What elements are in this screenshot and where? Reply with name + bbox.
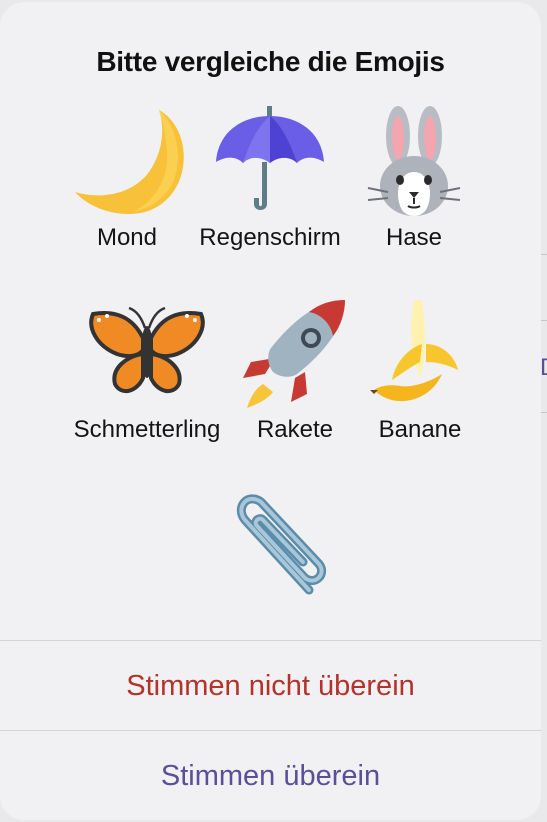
emoji-verification-dialog: Bitte vergleiche die Emojis Mond Regensc…: [0, 2, 541, 820]
crescent-moon-icon: [67, 106, 187, 218]
umbrella-icon: [210, 106, 330, 218]
emoji-label: Schmetterling: [73, 416, 221, 443]
emoji-item-paperclip: [186, 490, 356, 602]
action-divider: [0, 640, 541, 641]
rabbit-icon: [354, 106, 474, 218]
emoji-item-butterfly: Schmetterling: [62, 298, 232, 444]
paperclip-icon: [211, 490, 331, 602]
emoji-label: Banane: [378, 416, 462, 443]
action-divider: [0, 730, 541, 731]
dialog-title: Bitte vergleiche die Emojis: [96, 46, 445, 77]
match-button[interactable]: Stimmen überein: [0, 732, 541, 820]
emoji-label: Hase: [385, 224, 443, 251]
mismatch-button[interactable]: Stimmen nicht überein: [0, 642, 541, 730]
butterfly-icon: [87, 298, 207, 410]
emoji-item-banana: Banane: [335, 298, 505, 444]
banana-icon: [360, 298, 480, 410]
emoji-item-rabbit: Hase: [329, 106, 499, 252]
background-partial-text: D: [540, 354, 547, 382]
